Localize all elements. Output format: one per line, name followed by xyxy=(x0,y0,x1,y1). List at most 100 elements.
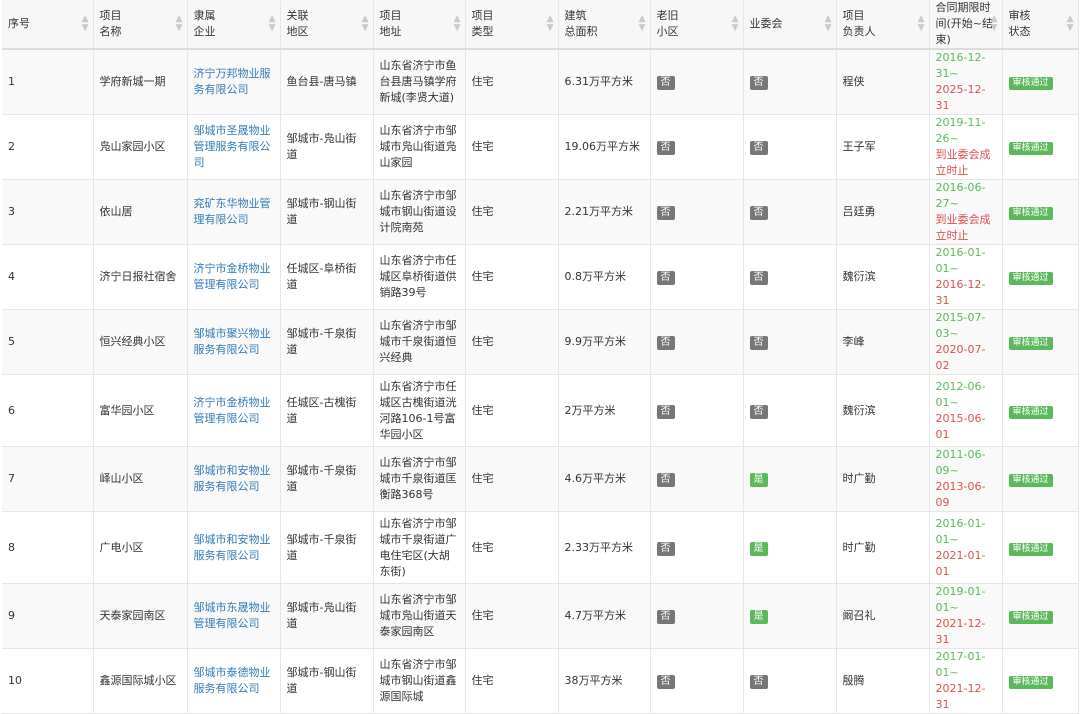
no-text: 1 xyxy=(8,75,15,88)
sort-icon[interactable]: ▲ ▼ xyxy=(825,15,832,33)
header-label: 项目 xyxy=(379,9,402,22)
sort-icon[interactable]: ▲ ▼ xyxy=(362,15,369,33)
cell-period: 2017-01-01~ 2021-12-31 xyxy=(929,648,1003,714)
header-label: 地区 xyxy=(286,25,309,38)
cell-review: 审核通过 xyxy=(1002,446,1079,512)
address-text: 山东省济宁市邹城市千泉街道匡衡路368号 xyxy=(379,456,457,501)
column-header-old[interactable]: 老旧 小区 ▲ ▼ xyxy=(650,0,744,50)
cell-committee: 否 xyxy=(743,648,837,714)
column-header-committee[interactable]: 业委会 ▲ ▼ xyxy=(743,0,837,50)
cell-old: 否 xyxy=(650,179,744,245)
cell-name: 学府新城一期 xyxy=(93,49,188,115)
review-status-badge: 审核通过 xyxy=(1008,676,1053,689)
sort-icon[interactable]: ▲ ▼ xyxy=(269,15,276,33)
cell-company: 邹城市泰德物业服务有限公司 xyxy=(187,648,281,714)
cell-manager: 吕廷勇 xyxy=(836,179,930,245)
period-end: 2015-06-01 xyxy=(935,411,986,441)
sort-icon[interactable]: ▲ ▼ xyxy=(1067,15,1074,33)
area-text: 2.33万平方米 xyxy=(564,540,634,554)
cell-district: 邹城市-凫山街道 xyxy=(280,114,374,180)
cell-manager: 时广勤 xyxy=(836,511,930,584)
period-start: 2015-07-03~ xyxy=(935,311,986,340)
period-end: 到业委会成立时止 xyxy=(935,148,991,177)
company-link[interactable]: 邹城市和安物业服务有限公司 xyxy=(194,533,271,562)
review-status-badge: 审核通过 xyxy=(1008,542,1053,556)
company-link[interactable]: 邹城市泰德物业服务有限公司 xyxy=(194,666,271,695)
cell-committee: 是 xyxy=(743,583,837,649)
cell-old: 否 xyxy=(650,244,744,310)
cell-no: 6 xyxy=(2,374,94,447)
cell-period: 2019-01-01~ 2021-12-31 xyxy=(929,583,1003,649)
company-link[interactable]: 邹城市聚兴物业服务有限公司 xyxy=(194,327,271,356)
sort-icon[interactable]: ▲ ▼ xyxy=(918,15,925,33)
sort-icon[interactable]: ▲ ▼ xyxy=(732,15,739,33)
sort-icon[interactable]: ▲ ▼ xyxy=(454,15,461,33)
company-link[interactable]: 邹城市东晟物业管理有限公司 xyxy=(194,601,271,630)
type-text: 住宅 xyxy=(471,540,494,554)
no-text: 6 xyxy=(8,403,15,417)
cell-district: 邹城市-千泉街道 xyxy=(280,511,374,584)
sort-icon[interactable]: ▲ ▼ xyxy=(639,15,646,33)
company-link[interactable]: 邹城市和安物业服务有限公司 xyxy=(194,464,271,493)
column-header-address[interactable]: 项目地址 ▲ ▼ xyxy=(373,0,466,50)
district-text: 邹城市-凫山街道 xyxy=(286,601,357,630)
company-link[interactable]: 济宁市金桥物业管理有限公司 xyxy=(194,396,271,425)
cell-company: 邹城市圣晟物业管理服务有限公司 xyxy=(187,114,281,180)
header-label: 项目 xyxy=(471,9,494,22)
cell-no: 7 xyxy=(2,446,94,512)
area-text: 9.9万平方米 xyxy=(564,335,627,348)
column-header-company[interactable]: 隶属 企业 ▲ ▼ xyxy=(187,0,281,50)
cell-committee: 否 xyxy=(743,179,837,245)
sort-icon[interactable]: ▲ ▼ xyxy=(547,15,554,33)
column-header-period[interactable]: 合同期限时 间(开始~结束) ▲ ▼ xyxy=(929,0,1003,50)
district-text: 邹城市-千泉街道 xyxy=(286,327,357,356)
sort-icon[interactable]: ▲ ▼ xyxy=(176,15,183,33)
period-end: 2013-06-09 xyxy=(935,480,986,509)
column-header-district[interactable]: 关联 地区 ▲ ▼ xyxy=(280,0,374,50)
sort-icon[interactable]: ▲ ▼ xyxy=(82,15,89,33)
cell-area: 0.8万平方米 xyxy=(558,244,651,310)
cell-period: 2016-06-27~ 到业委会成立时止 xyxy=(929,179,1003,245)
column-header-review[interactable]: 审核 状态 ▲ ▼ xyxy=(1002,0,1079,50)
cell-name: 济宁日报社宿舍 xyxy=(93,244,188,310)
header-label: 老旧 xyxy=(656,9,679,22)
cell-area: 19.06万平方米 xyxy=(558,114,651,180)
header-label: 序号 xyxy=(8,17,30,30)
cell-no: 2 xyxy=(2,114,94,180)
no-text: 3 xyxy=(8,205,15,218)
cell-period: 2015-07-03~ 2020-07-02 xyxy=(929,309,1003,375)
manager-text: 李峰 xyxy=(842,335,865,348)
name-text: 济宁日报社宿舍 xyxy=(99,270,177,283)
company-link[interactable]: 济宁万邦物业服务有限公司 xyxy=(194,67,271,96)
column-header-no[interactable]: 序号 ▲ ▼ xyxy=(2,0,94,50)
cell-name: 凫山家园小区 xyxy=(93,114,188,180)
column-header-type[interactable]: 项目 类型 ▲ ▼ xyxy=(465,0,559,50)
table-row: 5 恒兴经典小区 邹城市聚兴物业服务有限公司 邹城市-千泉街道 山东省济宁市邹城市千泉街… xyxy=(2,309,1079,375)
header-label: 地址 xyxy=(379,25,402,38)
company-link[interactable]: 兖矿东华物业管理有限公司 xyxy=(194,197,271,226)
cell-no: 8 xyxy=(2,511,94,584)
address-text: 山东省济宁市鱼台县唐马镇学府新城(李贤大道) xyxy=(379,59,457,104)
header-label: 间(开始~结束) xyxy=(935,17,994,46)
cell-type: 住宅 xyxy=(465,511,559,584)
cell-area: 4.7万平方米 xyxy=(558,583,651,649)
header-label: 企业 xyxy=(193,25,216,38)
cell-review: 审核通过 xyxy=(1002,583,1079,649)
cell-district: 任城区-阜桥街道 xyxy=(280,244,374,310)
name-text: 天泰家园南区 xyxy=(99,609,166,622)
area-text: 2.21万平方米 xyxy=(564,205,634,218)
cell-type: 住宅 xyxy=(465,583,559,649)
company-link[interactable]: 济宁市金桥物业管理有限公司 xyxy=(194,262,271,291)
sort-icon[interactable]: ▲ ▼ xyxy=(991,15,998,33)
company-link[interactable]: 邹城市圣晟物业管理服务有限公司 xyxy=(194,124,271,169)
column-header-manager[interactable]: 项目 负责人 ▲ ▼ xyxy=(836,0,930,50)
column-header-area[interactable]: 建筑 总面积 ▲ ▼ xyxy=(558,0,651,50)
period-end: 到业委会成立时止 xyxy=(935,213,991,242)
column-header-name[interactable]: 项目 名称 ▲ ▼ xyxy=(93,0,188,50)
review-status-badge: 审核通过 xyxy=(1008,77,1053,90)
old-community-badge: 否 xyxy=(656,473,675,487)
header-label: 状态 xyxy=(1008,25,1031,38)
cell-type: 住宅 xyxy=(465,179,559,245)
name-text: 广电小区 xyxy=(99,540,144,554)
cell-company: 邹城市聚兴物业服务有限公司 xyxy=(187,309,281,375)
